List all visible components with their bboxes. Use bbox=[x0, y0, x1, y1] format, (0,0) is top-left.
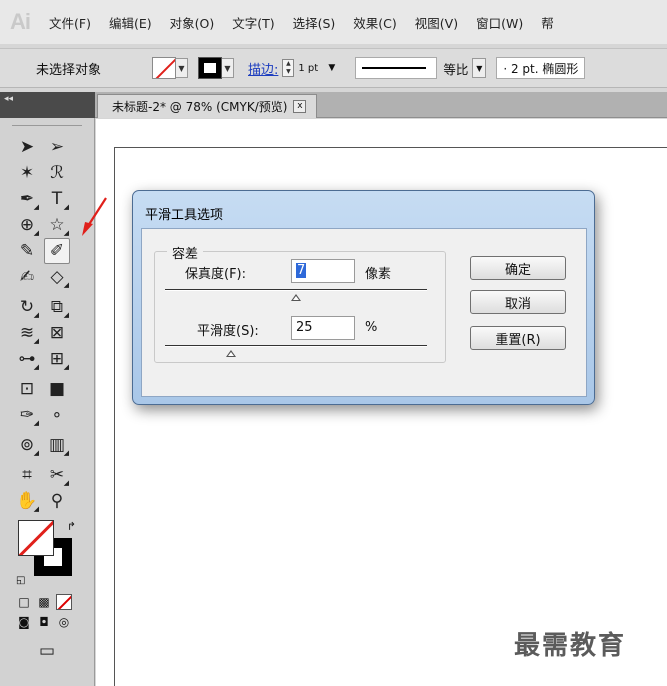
selection-icon[interactable]: ➤ bbox=[14, 134, 40, 160]
color-icon[interactable]: □ bbox=[16, 594, 32, 610]
perspective-grid-icon[interactable]: ⊞ ◢ bbox=[44, 346, 70, 372]
red-arrow-annotation bbox=[82, 197, 107, 236]
gradient-icon[interactable]: ■ bbox=[44, 376, 70, 402]
draw-mode-row: ◙ ◘ ◎ bbox=[16, 614, 80, 630]
free-transform-icon[interactable]: ⊠ bbox=[44, 320, 70, 346]
artboard-edge bbox=[114, 147, 667, 148]
smoothness-input[interactable]: 25 bbox=[291, 316, 355, 340]
direct-selection-icon[interactable]: ➢ bbox=[44, 134, 70, 160]
fidelity-unit: 像素 bbox=[365, 267, 392, 282]
watermark: 最需教育 bbox=[514, 631, 627, 661]
slice-icon[interactable]: ✂ ◢ bbox=[44, 462, 70, 488]
shape-builder-icon[interactable]: ⊶ ◢ bbox=[14, 346, 40, 372]
fidelity-input[interactable]: 7 bbox=[291, 259, 355, 283]
smooth-tool-options-dialog: 平滑工具选项 容差 保真度(F): 7 像素 平滑度(S): 25 % 确定 取… bbox=[132, 190, 595, 405]
menu-view[interactable]: 视图(V) bbox=[406, 13, 467, 32]
document-tab[interactable]: 未标题-2* @ 78% (CMYK/预览) x bbox=[97, 94, 318, 118]
draw-behind-icon[interactable]: ◘ bbox=[36, 614, 52, 630]
menu-type[interactable]: 文字(T) bbox=[223, 13, 283, 32]
pencil-icon[interactable]: ✐ bbox=[44, 238, 70, 264]
chevron-down-icon[interactable]: ▼ bbox=[176, 58, 188, 78]
none-icon[interactable] bbox=[56, 594, 72, 610]
symbol-sprayer-icon[interactable]: ⊚ ◢ bbox=[14, 432, 40, 458]
gradient-swatch-icon[interactable]: ▩ bbox=[36, 594, 52, 610]
panel-grip[interactable] bbox=[12, 118, 82, 126]
screen-mode-icon[interactable]: ▭ bbox=[30, 638, 64, 664]
blend-icon[interactable]: ∘ bbox=[44, 402, 70, 428]
menu-file[interactable]: 文件(F) bbox=[40, 13, 100, 32]
cancel-button[interactable]: 取消 bbox=[470, 290, 566, 314]
panel-collapse-icon[interactable]: ◂◂ bbox=[0, 92, 95, 118]
column-graph-icon[interactable]: ▥ ◢ bbox=[44, 432, 70, 458]
scale-icon[interactable]: ⧉ ◢ bbox=[44, 294, 70, 320]
app-logo: Ai bbox=[10, 9, 31, 34]
menu-window[interactable]: 窗口(W) bbox=[467, 13, 532, 32]
smoothness-label: 平滑度(S): bbox=[197, 324, 259, 339]
fidelity-slider-thumb[interactable] bbox=[291, 294, 301, 301]
mesh-icon[interactable]: ⊡ bbox=[14, 376, 40, 402]
fidelity-slider[interactable] bbox=[165, 289, 427, 291]
chevron-down-icon[interactable]: ▼ bbox=[472, 58, 487, 78]
paintbrush-icon[interactable]: ✎ bbox=[14, 238, 40, 264]
hand-icon[interactable]: ✋ ◢ bbox=[14, 488, 40, 514]
document-title: 未标题-2* @ 78% (CMYK/预览) bbox=[112, 100, 288, 114]
document-tab-bar: ◂◂ 未标题-2* @ 78% (CMYK/预览) x bbox=[0, 92, 667, 118]
artboard-icon[interactable]: ⌗ bbox=[14, 462, 40, 488]
ok-button[interactable]: 确定 bbox=[470, 256, 566, 280]
chevron-down-icon[interactable]: ▼ bbox=[222, 58, 234, 78]
smoothness-unit: % bbox=[365, 320, 378, 335]
smoothness-slider-thumb[interactable] bbox=[225, 350, 236, 357]
fill-color-box[interactable] bbox=[18, 520, 54, 556]
dialog-body: 容差 保真度(F): 7 像素 平滑度(S): 25 % 确定 取消 重置(R) bbox=[141, 228, 587, 397]
blob-brush-icon[interactable]: ✍ bbox=[14, 264, 40, 290]
selection-status: 未选择对象 bbox=[36, 62, 102, 78]
fill-stroke-widget: ↱ ◱ bbox=[16, 520, 76, 586]
control-bar: 未选择对象 ▼ ▼ 描边: ▲ ▼ 1 pt ▼ 等比 ▼ · 2 pt. 椭圆形 bbox=[0, 48, 667, 88]
close-icon[interactable]: x bbox=[293, 100, 307, 113]
tolerance-label: 容差 bbox=[167, 243, 204, 262]
profile-label[interactable]: 等比 bbox=[443, 59, 468, 78]
draw-inside-icon[interactable]: ◎ bbox=[56, 614, 72, 630]
stroke-panel-link[interactable]: 描边: bbox=[248, 59, 278, 78]
menu-effect[interactable]: 效果(C) bbox=[344, 13, 405, 32]
pen-icon[interactable]: ✒ ◢ bbox=[14, 186, 40, 212]
default-colors-icon[interactable]: ◱ bbox=[16, 575, 25, 586]
variable-width-profile[interactable] bbox=[355, 57, 438, 79]
color-mode-row: □ ▩ bbox=[16, 594, 80, 610]
zoom-icon[interactable]: ⚲ bbox=[44, 488, 70, 514]
lasso-icon[interactable]: ℛ bbox=[44, 160, 70, 186]
eraser-icon[interactable]: ◇ ◢ bbox=[44, 264, 70, 290]
chevron-down-icon[interactable]: ▼ bbox=[328, 63, 335, 73]
line-segment-icon[interactable]: ⊕ ◢ bbox=[14, 212, 40, 238]
stroke-color-swatch[interactable] bbox=[198, 57, 222, 79]
warp-icon[interactable]: ≋ ◢ bbox=[14, 320, 40, 346]
stroke-weight-value[interactable]: 1 pt bbox=[298, 63, 322, 74]
menu-object[interactable]: 对象(O) bbox=[161, 13, 224, 32]
stroke-weight-spinner[interactable]: ▲ ▼ bbox=[282, 59, 295, 77]
smoothness-slider[interactable] bbox=[165, 345, 427, 347]
artboard-edge bbox=[114, 147, 115, 686]
type-icon[interactable]: T ◢ bbox=[44, 186, 70, 212]
eyedropper-icon[interactable]: ✑ ◢ bbox=[14, 402, 40, 428]
fidelity-label: 保真度(F): bbox=[185, 267, 247, 282]
menu-help[interactable]: 帮 bbox=[532, 13, 563, 32]
fill-color-swatch[interactable] bbox=[152, 57, 176, 79]
menu-bar: Ai 文件(F) 编辑(E) 对象(O) 文字(T) 选择(S) 效果(C) 视… bbox=[0, 0, 667, 44]
tolerance-group: 容差 保真度(F): 7 像素 平滑度(S): 25 % bbox=[154, 243, 446, 363]
magic-wand-icon[interactable]: ✶ bbox=[14, 160, 40, 186]
reset-button[interactable]: 重置(R) bbox=[470, 326, 566, 350]
rectangle-icon[interactable]: ☆ ◢ bbox=[44, 212, 70, 238]
draw-normal-icon[interactable]: ◙ bbox=[16, 614, 32, 630]
menu-edit[interactable]: 编辑(E) bbox=[100, 13, 161, 32]
brush-definition[interactable]: · 2 pt. 椭圆形 bbox=[496, 57, 586, 79]
rotate-icon[interactable]: ↻ ◢ bbox=[14, 294, 40, 320]
dialog-title[interactable]: 平滑工具选项 bbox=[145, 204, 223, 223]
menu-select[interactable]: 选择(S) bbox=[284, 13, 345, 32]
swap-colors-icon[interactable]: ↱ bbox=[67, 520, 76, 533]
